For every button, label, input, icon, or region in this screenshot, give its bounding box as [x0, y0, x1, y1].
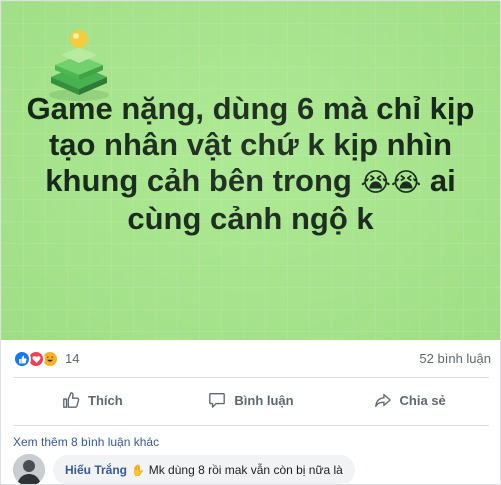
view-more-comments-link[interactable]: Xem thêm 8 bình luận khác — [13, 435, 159, 449]
like-label: Thích — [88, 392, 123, 408]
post-text-line-3-part: khung cảh bên trong — [45, 163, 352, 198]
like-button[interactable]: Thích — [13, 383, 172, 417]
comment-text: Mk dùng 8 rồi mak vẫn còn bị nữa là — [148, 463, 343, 477]
post-text-line-4: cùng cảnh ngộ k — [127, 201, 374, 236]
comment-button[interactable]: Bình luận — [172, 383, 331, 417]
post-background: Game nặng, dùng 6 mà chỉ kịp tạo nhân vậ… — [1, 1, 500, 340]
divider — [13, 425, 489, 426]
post-text: Game nặng, dùng 6 mà chỉ kịp tạo nhân vậ… — [1, 91, 500, 237]
like-icon — [13, 350, 31, 368]
post-text-line-3: khung cảh bên trong 😭😭 ai — [11, 163, 490, 201]
post-text-line-3-tail: ai — [429, 163, 456, 198]
raised-hand-icon: ✋ — [131, 464, 145, 477]
share-button[interactable]: Chia sẻ — [330, 383, 489, 417]
comment-count-link[interactable]: 52 bình luận — [419, 351, 491, 366]
action-bar: Thích Bình luận Chia sẻ — [13, 383, 489, 417]
post-card: Game nặng, dùng 6 mà chỉ kịp tạo nhân vậ… — [0, 0, 501, 485]
reactions-bar: 14 52 bình luận — [13, 349, 491, 369]
comment-label: Bình luận — [234, 392, 294, 408]
divider — [13, 377, 489, 378]
crying-emoji: 😭😭 — [360, 168, 422, 198]
post-text-line-2: tạo nhân vật chứ k kịp nhìn — [48, 127, 453, 162]
share-label: Chia sẻ — [399, 392, 446, 408]
reaction-count[interactable]: 14 — [65, 351, 79, 366]
post-text-line-1: Game nặng, dùng 6 mà chỉ kịp — [26, 91, 475, 126]
share-arrow-icon — [374, 393, 391, 407]
avatar[interactable] — [13, 454, 45, 484]
speech-bubble-icon — [209, 393, 226, 408]
comment-item: Hiếu Trắng ✋ Mk dùng 8 rồi mak vẫn còn b… — [13, 454, 489, 484]
thumbs-up-icon — [63, 392, 80, 408]
comment-author-link[interactable]: Hiếu Trắng — [65, 463, 127, 477]
comment-bubble: Hiếu Trắng ✋ Mk dùng 8 rồi mak vẫn còn b… — [53, 455, 355, 484]
